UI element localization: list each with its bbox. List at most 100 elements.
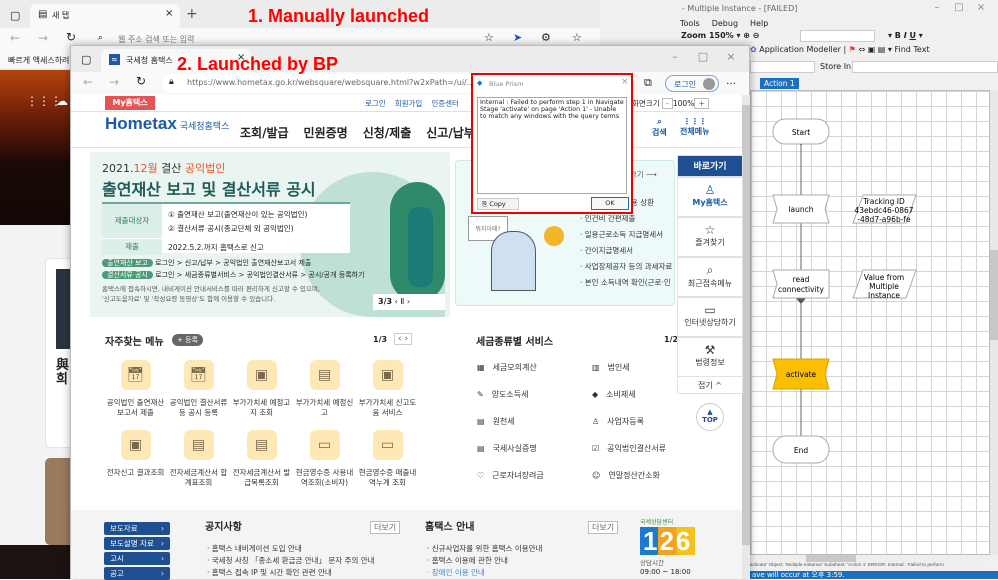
forward-icon[interactable]: → [109, 75, 119, 89]
side-banner-item[interactable]: · 본인 소득내역 확인(근로·인 [580, 277, 674, 288]
nav-report-pay[interactable]: 신고/납부 [426, 124, 475, 141]
tax-service-item[interactable]: ☺ 연말정산간소화 [592, 470, 660, 481]
tax-service-item[interactable]: ▤ 국세사실증명 [477, 443, 537, 454]
add-favorite-button[interactable]: + 등록 [172, 334, 203, 346]
weather-cloud-icon[interactable]: ☁ [56, 94, 68, 108]
tax-service-item[interactable]: ▤ 원천세 [477, 416, 515, 427]
menu-tools[interactable]: Tools [680, 19, 700, 28]
back-icon[interactable]: ← [83, 75, 93, 89]
quick-link-item[interactable]: ♙ My홈택스 [677, 177, 743, 217]
tax-service-item[interactable]: ◆ 소비제세 [592, 389, 636, 400]
tax-service-item[interactable]: ☑ 공익법인결산서류 [592, 443, 666, 454]
side-banner-item[interactable]: · 인건비 간편제출 [580, 213, 674, 224]
favorite-menu-item[interactable]: ▣ 전자신고 결과조회 [104, 430, 167, 478]
quick-link-item[interactable]: ⚒ 법령정보 [677, 337, 743, 377]
notice-item[interactable]: · 홈택스 내비게이션 도입 안내 [207, 543, 302, 554]
press-button[interactable]: 공고 [104, 567, 170, 580]
blueprism-extension-icon[interactable]: ➤ [513, 31, 522, 44]
zoom-in-button[interactable]: + [694, 98, 710, 109]
close-button[interactable]: × [970, 2, 992, 13]
hometax-logo[interactable]: Hometax 국세청홈택스 [105, 114, 229, 134]
notice-more-button[interactable]: 더보기 [370, 521, 401, 534]
error-message-textarea[interactable]: Internal : Failed to perform step 1 in N… [477, 97, 627, 194]
forward-icon[interactable]: → [38, 31, 48, 45]
more-icon[interactable]: … [726, 76, 736, 87]
login-link[interactable]: 로그인 [365, 98, 386, 109]
main-banner[interactable]: 2021.12월 결산 공익법인 출연재산 보고 및 결산서류 공시 제출대상자… [90, 152, 450, 317]
find-text-button[interactable]: Find Text [894, 45, 929, 54]
zoom-value[interactable]: 150% [709, 31, 734, 40]
format-buttons[interactable]: ▾ B I U ▾ [888, 31, 923, 40]
zoom-out-button[interactable]: - [662, 98, 673, 109]
favorite-menu-item[interactable]: 📅︎ 공익법인 출연재산 보고서 제출 [104, 360, 167, 418]
page-scrollbar[interactable] [742, 95, 750, 579]
maximize-button[interactable]: □ [948, 2, 970, 13]
my-hometax-button[interactable]: My홈택스 [105, 96, 155, 110]
refresh-icon[interactable]: ↻ [66, 30, 76, 44]
pause-icon[interactable]: Ⅱ [400, 297, 404, 306]
tax-service-item[interactable]: ▦ 세금모의계산 [477, 362, 537, 373]
favorite-menu-item[interactable]: ▭ 현금영수증 사용내역조회(소비자) [293, 430, 356, 488]
favorite-menu-item[interactable]: ▤ 부가가치세 예정신고 [293, 360, 356, 418]
quick-link-item[interactable]: ☆ 즐겨찾기 [677, 217, 743, 257]
tax-service-item[interactable]: ▥ 법인세 [592, 362, 630, 373]
close-button[interactable]: × [717, 50, 745, 63]
guide-item[interactable]: · 신규사업자를 위한 홈택스 이용안내 [427, 543, 542, 554]
favorite-menu-item[interactable]: ▭ 현금영수증 매출내역누계 조회 [356, 430, 419, 488]
press-button[interactable]: 보도자료 [104, 522, 170, 535]
tax-service-item[interactable]: ✎ 양도소득세 [477, 389, 529, 400]
nav-inquiry[interactable]: 조회/발급 [240, 124, 289, 141]
search-button[interactable]: ⌕ 검색 [652, 117, 667, 138]
fold-button[interactable]: 접기 ^ [677, 376, 743, 394]
tab-action-1[interactable]: Action 1 [760, 78, 799, 89]
prev-icon[interactable]: ‹ [395, 297, 398, 306]
extension-icon[interactable]: ⚙ [541, 31, 551, 44]
login-profile-button[interactable]: 로그인 [665, 75, 719, 92]
tab-actions-icon[interactable]: ▢ [81, 53, 91, 66]
zoom-control[interactable]: Zoom 150% ▾ ⊕ ⊖ [681, 31, 759, 40]
collections-icon[interactable]: ⧉ [644, 76, 652, 90]
ok-button[interactable]: OK [591, 197, 629, 210]
zoom-in-icon[interactable]: ⊕ [743, 31, 750, 40]
side-banner-item[interactable]: · 사업장제공자 등의 과세자료 [580, 261, 674, 272]
new-tab-icon[interactable]: + [186, 6, 198, 22]
guide-more-button[interactable]: 더보기 [588, 521, 619, 534]
nav-certificate[interactable]: 민원증명 [304, 124, 348, 141]
flag-icon[interactable]: ⚑ [849, 45, 856, 54]
minimize-button[interactable]: – [926, 2, 948, 13]
tab-actions-icon[interactable]: ▢ [10, 9, 20, 22]
zoom-out-icon[interactable]: ⊖ [753, 31, 760, 40]
guide-item[interactable]: · 홈택스 이용에 관한 안내 [427, 555, 508, 566]
top-button[interactable]: ▲ TOP [696, 403, 724, 431]
notice-item[interactable]: · 홈택스 접속 IP 및 시간 확인 관련 안내 [207, 567, 332, 578]
menu-debug[interactable]: Debug [712, 19, 738, 28]
nav-application[interactable]: 신청/제출 [363, 124, 412, 141]
close-icon[interactable]: × [621, 77, 629, 87]
favorites-nav[interactable]: ‹ › [394, 333, 413, 345]
side-banner-item[interactable]: · 일용근로소득 지급명세서 [580, 229, 674, 240]
side-banner-item[interactable]: · 간이지급명세서 [580, 245, 674, 256]
guide-item[interactable]: · 장애인 이용 안내 [427, 567, 485, 578]
press-button[interactable]: 고시 [104, 552, 170, 565]
tab-new[interactable]: ▤ 새 탭 × [30, 4, 180, 30]
vertical-scrollbar[interactable] [990, 90, 998, 555]
copy-button[interactable]: ⎘ Copy [477, 198, 519, 210]
cert-center-link[interactable]: 인증센터 [431, 98, 459, 109]
quick-link-item[interactable]: ⌕ 최근접속메뉴 [677, 257, 743, 297]
favorite-icon[interactable]: ☆ [484, 31, 494, 44]
process-canvas[interactable]: Start launch Tracking ID 43ebdc46-0867 -… [750, 90, 990, 555]
favorite-menu-item[interactable]: ▣ 부가가치세 신고도움 서비스 [356, 360, 419, 418]
refresh-icon[interactable]: ↻ [136, 74, 146, 88]
favorite-menu-item[interactable]: 📅︎ 공익법인 결산서류 등 공시 등록 [167, 360, 230, 418]
favorite-menu-item[interactable]: ▤ 전자세금계산서 합계표조회 [167, 430, 230, 488]
favorite-menu-item[interactable]: ▣ 부가가치세 예정고지 조회 [230, 360, 293, 418]
application-modeller-button[interactable]: Application Modeller [759, 45, 841, 54]
signup-link[interactable]: 회원가입 [395, 98, 423, 109]
store-in-field[interactable] [852, 61, 998, 73]
next-icon[interactable]: › [407, 297, 410, 306]
address-bar[interactable]: 🔒︎ https://www.hometax.go.kr/websquare/w… [163, 74, 474, 93]
press-button[interactable]: 보도설명 자료 [104, 537, 170, 550]
font-select[interactable] [800, 30, 875, 42]
maximize-button[interactable]: □ [689, 50, 717, 63]
expression-field[interactable] [750, 61, 815, 73]
